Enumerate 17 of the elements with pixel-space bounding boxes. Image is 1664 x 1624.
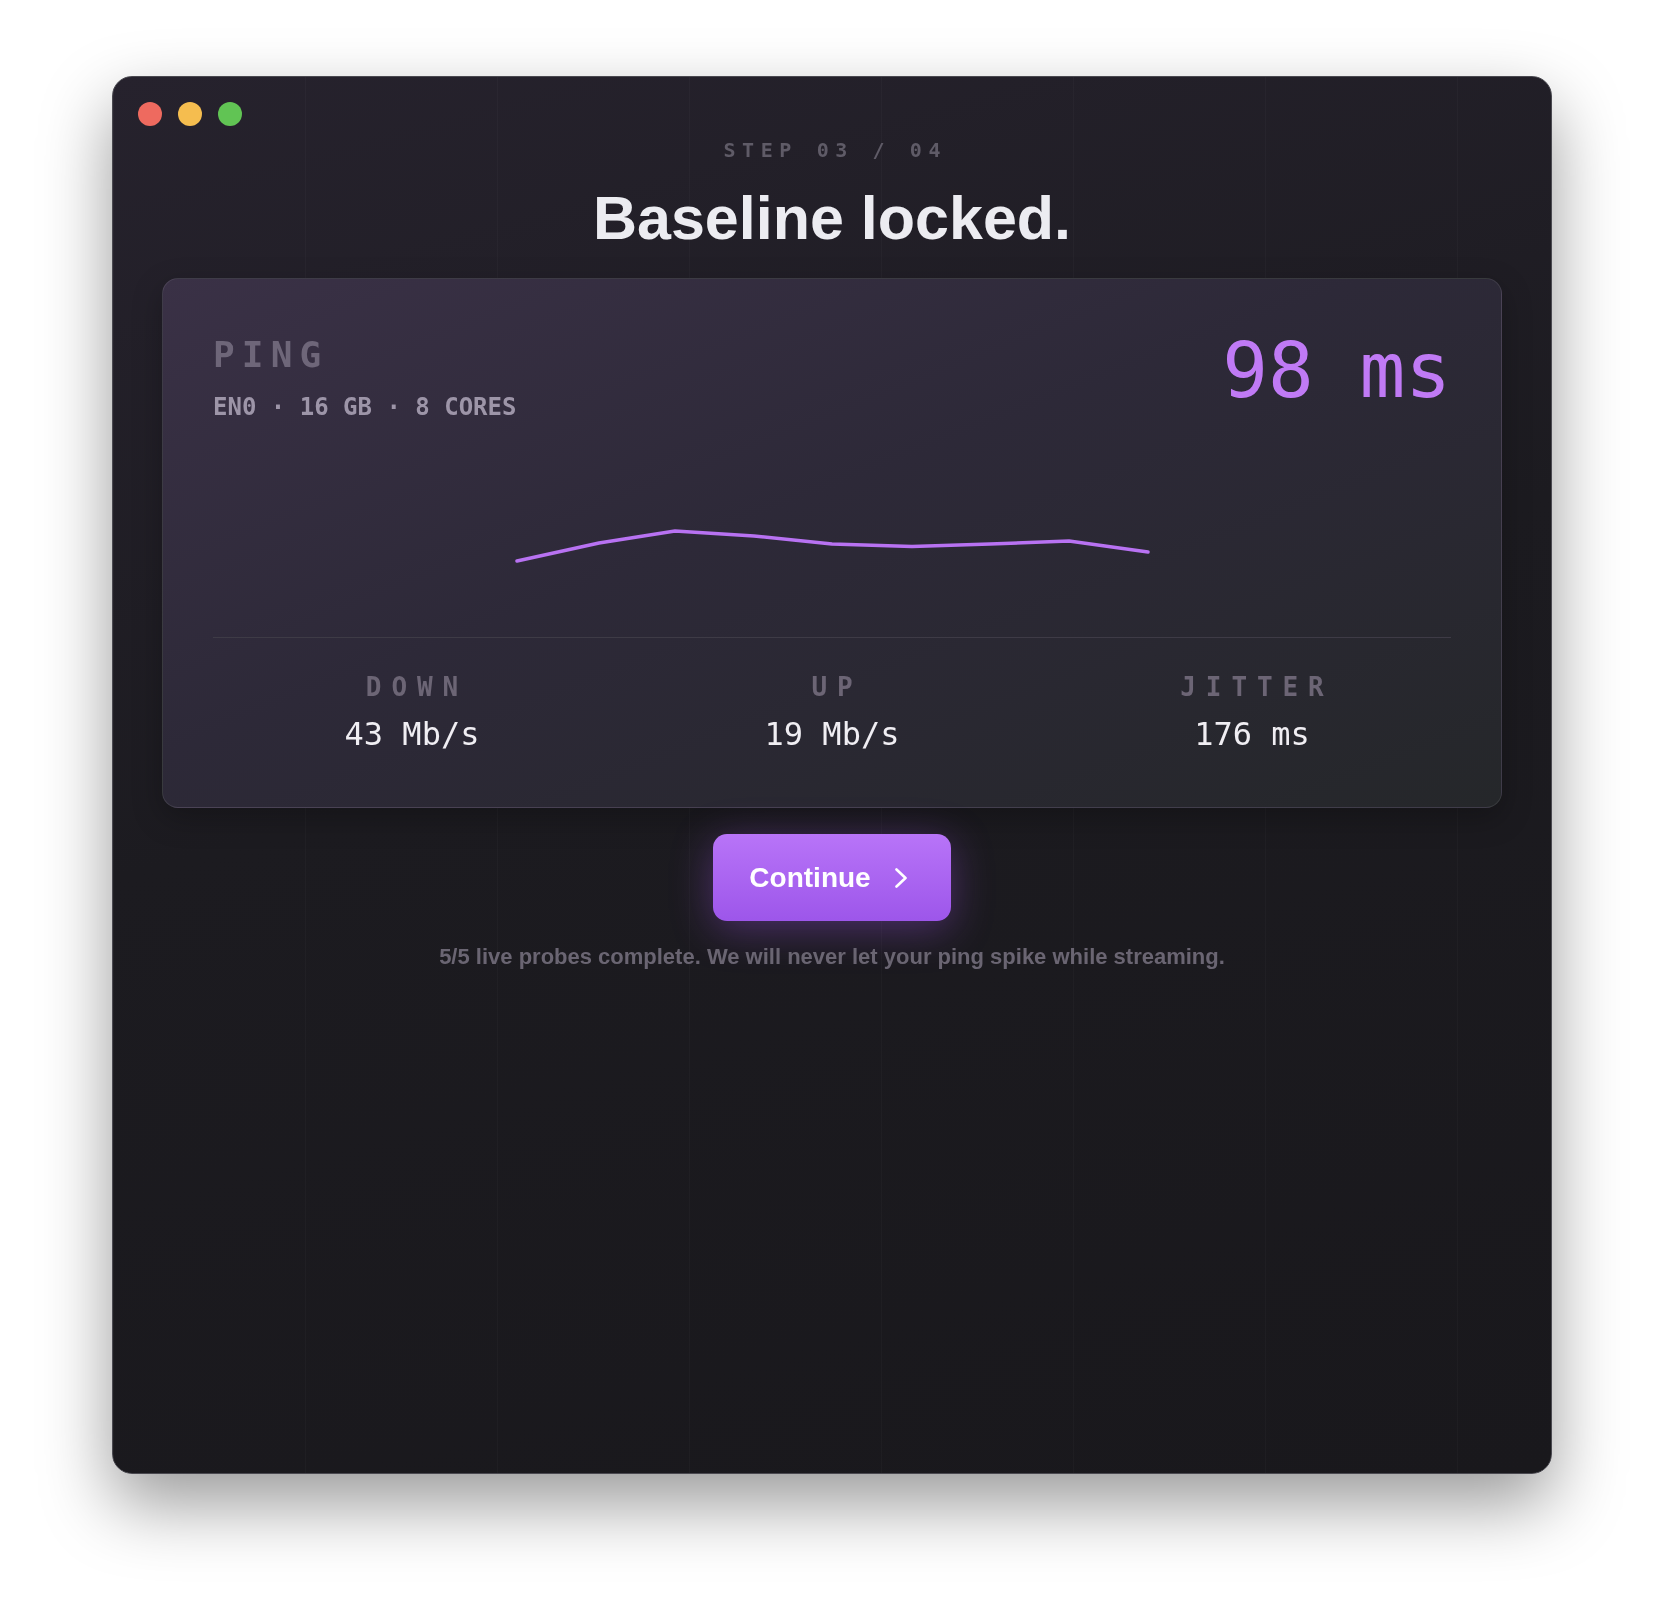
stat-value: 19 Mb/s [764,718,900,750]
chevron-right-icon [894,867,907,888]
metric-reading: 98 ms [1222,333,1451,409]
metric-label: PING [213,337,329,373]
continue-button[interactable]: Continue [713,834,951,921]
stat-value: 176 ms [1194,718,1310,750]
footnote: 5/5 live probes complete. We will never let your ping spike while streaming. [439,943,1225,971]
stat-label: JITTER [1179,674,1334,700]
stat-label: UP [810,674,863,700]
stat-value: 43 Mb/s [344,718,480,750]
stat-label: DOWN [364,674,468,700]
close-button[interactable] [138,102,162,126]
page-title: Baseline locked. [592,188,1072,249]
step-indicator: STEP 03 / 04 [722,138,948,162]
device-details: EN0 · 16 GB · 8 CORES [213,395,517,419]
minimize-button[interactable] [178,102,202,126]
zoom-button[interactable] [218,102,242,126]
